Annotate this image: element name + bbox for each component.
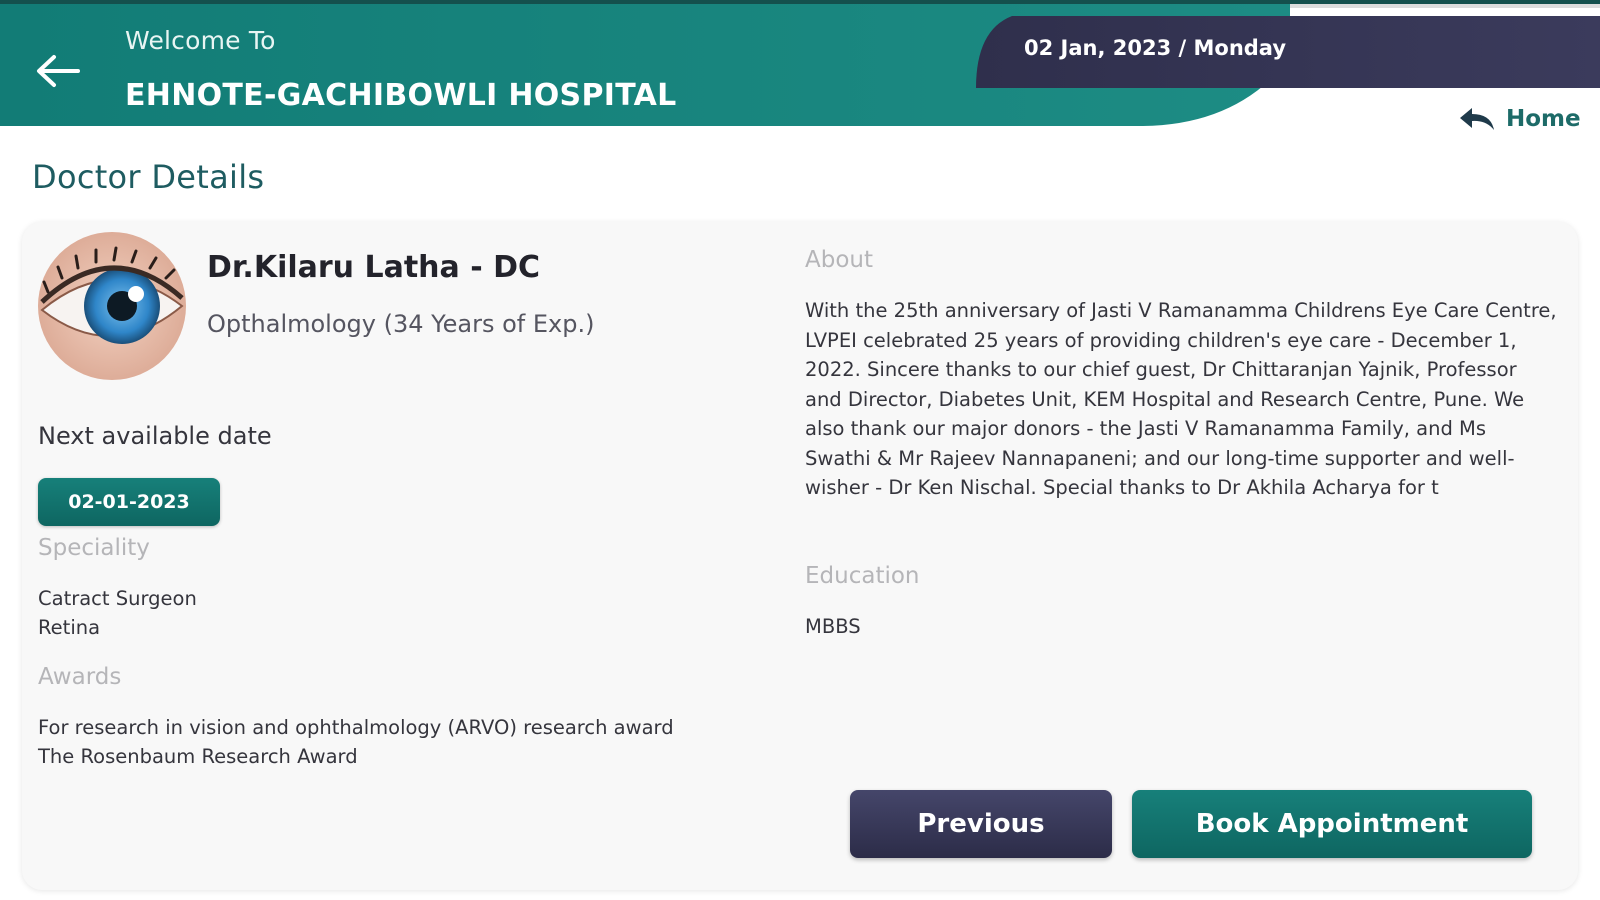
page-title: Doctor Details xyxy=(32,158,265,196)
about-text: With the 25th anniversary of Jasti V Ram… xyxy=(805,299,1557,499)
arrow-left-icon xyxy=(37,55,80,87)
speciality-label: Speciality xyxy=(38,535,150,561)
awards-list: For research in vision and ophthalmology… xyxy=(38,713,674,771)
award-item: The Rosenbaum Research Award xyxy=(38,745,358,768)
app-header: Welcome To EHNOTE-GACHIBOWLI HOSPITAL 02… xyxy=(0,0,1600,132)
home-label: Home xyxy=(1506,106,1581,132)
book-appointment-button[interactable]: Book Appointment xyxy=(1132,790,1532,858)
hospital-name: EHNOTE-GACHIBOWLI HOSPITAL xyxy=(125,78,677,113)
home-link[interactable]: Home xyxy=(1458,106,1581,132)
speciality-item: Retina xyxy=(38,616,101,639)
award-item: For research in vision and ophthalmology… xyxy=(38,716,674,739)
about-label: About xyxy=(805,247,874,273)
next-available-date-button[interactable]: 02-01-2023 xyxy=(38,478,220,526)
doctor-avatar xyxy=(38,232,186,380)
eye-photo-icon xyxy=(38,232,186,380)
next-available-label: Next available date xyxy=(38,422,272,450)
back-button[interactable] xyxy=(30,46,86,96)
education-label: Education xyxy=(805,563,920,589)
previous-button[interactable]: Previous xyxy=(850,790,1112,858)
reply-arrow-icon xyxy=(1460,108,1494,130)
education-text: MBBS xyxy=(805,615,861,638)
welcome-text: Welcome To xyxy=(125,26,276,55)
speciality-item: Catract Surgeon xyxy=(38,587,197,610)
speciality-list: Catract Surgeon Retina xyxy=(38,584,197,642)
doctor-department: Opthalmology (34 Years of Exp.) xyxy=(207,310,595,338)
doctor-details-card: Dr.Kilaru Latha - DC Opthalmology (34 Ye… xyxy=(22,222,1578,890)
current-date: 02 Jan, 2023 / Monday xyxy=(1024,36,1287,60)
awards-label: Awards xyxy=(38,664,122,690)
doctor-name: Dr.Kilaru Latha - DC xyxy=(207,250,541,285)
